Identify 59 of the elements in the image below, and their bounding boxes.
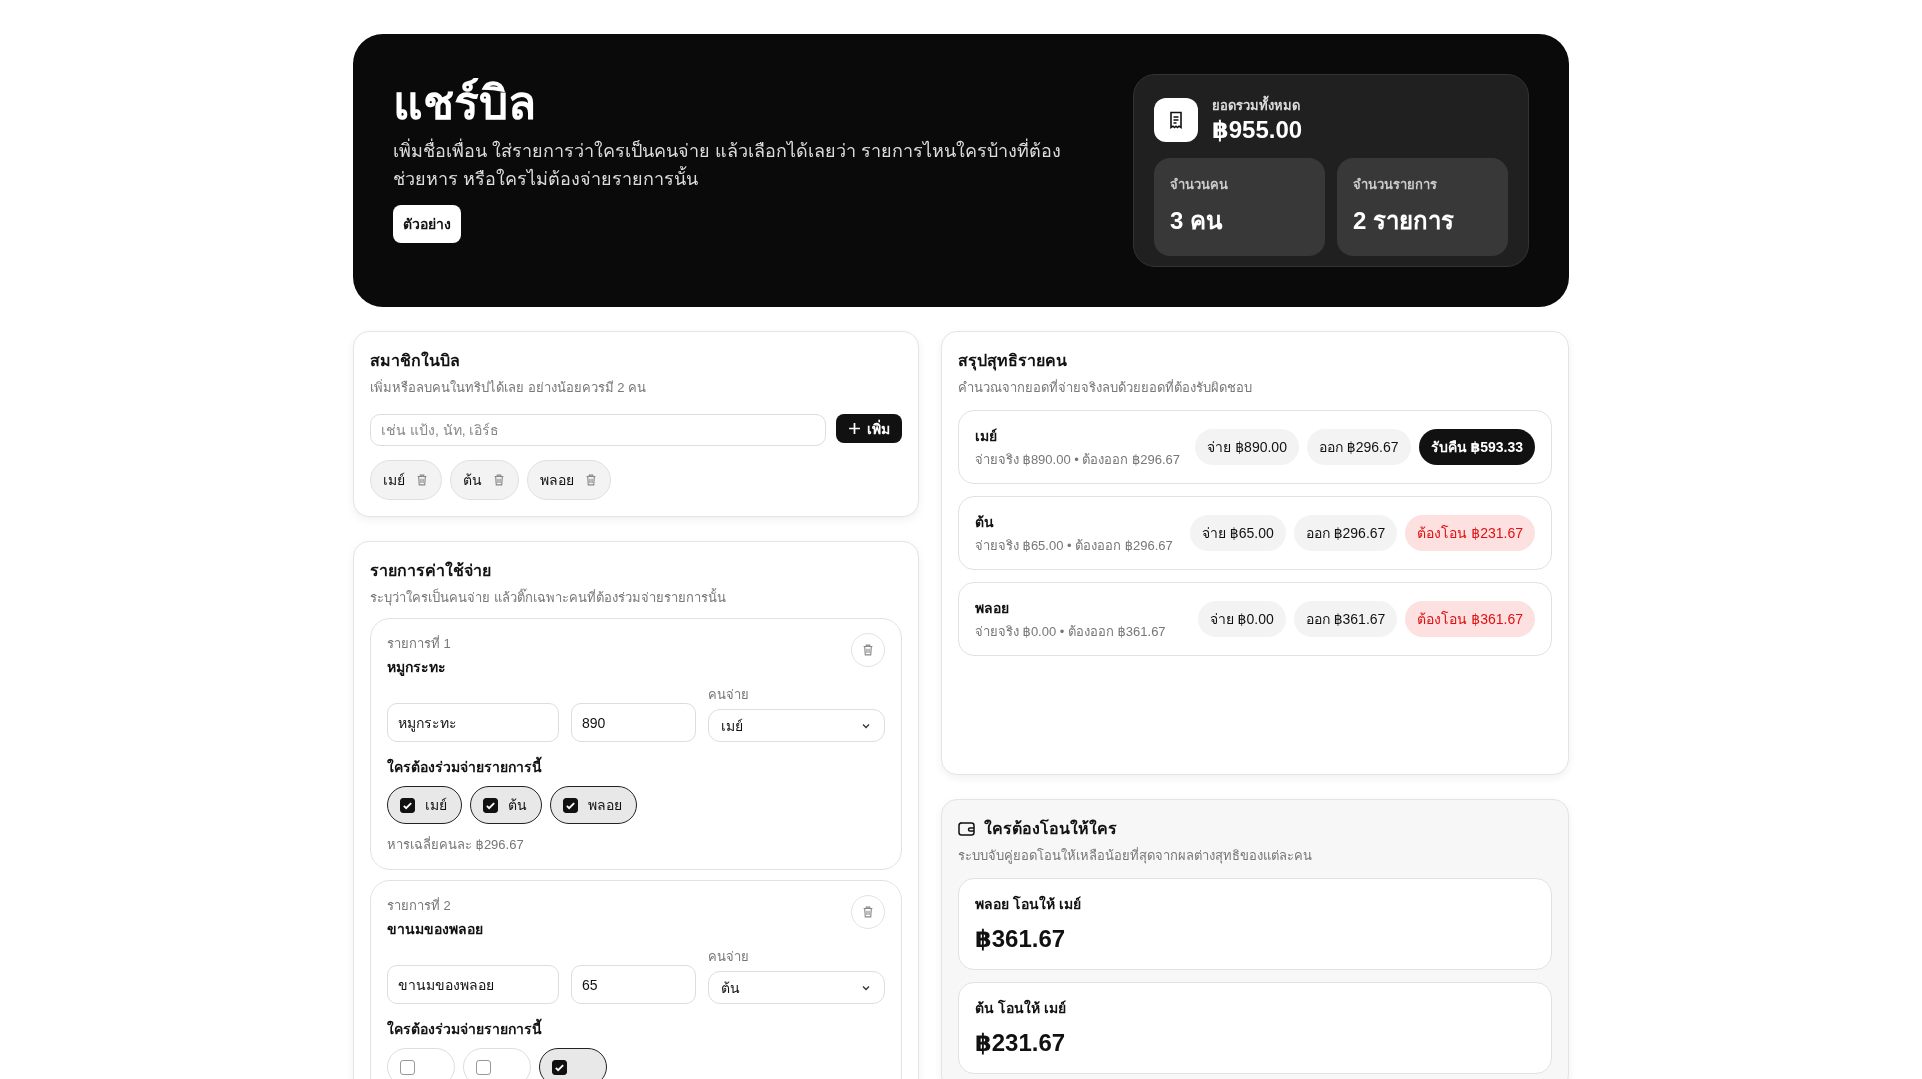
share-chip[interactable]: เมย์ (387, 786, 462, 824)
share-chip[interactable]: พลอย (550, 786, 637, 824)
expense-name: หมูกระทะ (387, 658, 447, 678)
person-name: พลอย (975, 598, 1010, 618)
payer-dropdown[interactable]: ต้น (708, 971, 885, 1004)
paid-pill: จ่าย ฿65.00 (1189, 515, 1286, 551)
paid-pill: จ่าย ฿0.00 (1197, 601, 1286, 637)
expense-number: รายการที่ 2 (387, 896, 452, 915)
amount-field[interactable]: 890 (571, 703, 696, 742)
person-detail: จ่ายจริง ฿890.00 • ต้องออก ฿296.67 (975, 450, 1181, 469)
total-label: ยอดรวมทั้งหมด (1212, 95, 1303, 116)
person-detail: จ่ายจริง ฿65.00 • ต้องออก ฿296.67 (975, 536, 1173, 555)
app-description: เพิ่มชื่อเพื่อน ใส่รายการว่าใครเป็นคนจ่าย แล้วเลือกได้เลยว่า รายการไหนใครบ้างที่ต้องช่วยหาร หรือใครไม่ต้องจ่ายรายการนั้น (393, 137, 1062, 191)
owed-pill: ออก ฿296.67 (1293, 515, 1398, 551)
payer-dropdown[interactable]: เมย์ (708, 709, 885, 742)
item-name-field[interactable]: ขานมของพลอย (387, 965, 559, 1004)
item-name-field[interactable]: หมูกระทะ (387, 703, 559, 742)
owed-pill: ออก ฿361.67 (1293, 601, 1398, 637)
stat-value: 3 คน (1170, 206, 1224, 236)
total-amount: ฿955.00 (1212, 116, 1303, 144)
card-title: สรุปสุทธิรายคน (958, 351, 1068, 373)
card-subtitle: เพิ่มหรือลบคนในทริปได้เลย อย่างน้อยควรมี 2 คน (370, 378, 648, 397)
net-pill: ต้องโอน ฿231.67 (1405, 515, 1535, 551)
app-title: แชร์บิล (393, 78, 536, 129)
expense-number: รายการที่ 1 (387, 634, 451, 653)
net-pill: ต้องโอน ฿361.67 (1405, 601, 1535, 637)
average-note: หารเฉลี่ยคนละ ฿296.67 (387, 835, 525, 854)
expense-name: ขานมของพลอย (387, 920, 483, 939)
transfer-amount: ฿231.67 (975, 1029, 1067, 1057)
owed-pill: ออก ฿296.67 (1306, 429, 1411, 465)
transfer-label: ต้น โอนให้ เมย์ (975, 998, 1067, 1018)
example-button[interactable]: ตัวอย่าง (393, 204, 461, 243)
card-title: รายการค่าใช้จ่าย (370, 560, 492, 581)
paid-pill: จ่าย ฿890.00 (1195, 429, 1299, 465)
person-detail: จ่ายจริง ฿0.00 • ต้องออก ฿361.67 (975, 622, 1166, 641)
share-chip[interactable]: ต้น (470, 786, 542, 824)
member-name: พลอย (540, 471, 574, 490)
card-subtitle: คำนวณจากยอดที่จ่ายจริงลบด้วยยอดที่ต้องรับผิดชอบ (958, 378, 1253, 397)
net-pill: รับคืน ฿593.33 (1418, 429, 1535, 465)
add-button[interactable]: เพิ่ม (836, 414, 902, 443)
card-title: สมาชิกในบิล (370, 350, 461, 371)
member-name: ต้น (463, 471, 482, 490)
transfer-amount: ฿361.67 (975, 925, 1067, 953)
share-label: ใครต้องร่วมจ่ายรายการนี้ (387, 756, 885, 778)
stat-value: 2 รายการ (1353, 206, 1455, 236)
person-name: เมย์ (975, 426, 998, 446)
share-label: ใครต้องร่วมจ่ายรายการนี้ (387, 1018, 885, 1040)
amount-field[interactable]: 65 (571, 965, 696, 1004)
stat-label: จำนวนรายการ (1353, 176, 1438, 194)
person-name: ต้น (975, 512, 995, 532)
payer-label: คนจ่าย (708, 948, 750, 966)
name-input-field[interactable]: เช่น แป้ง, นัท, เอิร์ธ (370, 414, 826, 446)
member-name: เมย์ (383, 471, 405, 490)
card-subtitle: ระบบจับคู่ยอดโอนให้เหลือน้อยที่สุดจากผลต่างสุทธิของแต่ละคน (958, 846, 1313, 866)
card-subtitle: ระบุว่าใครเป็นคนจ่าย แล้วติ๊กเฉพาะคนที่ต้องร่วมจ่ายรายการนั้น (370, 587, 727, 608)
transfer-label: พลอย โอนให้ เมย์ (975, 894, 1082, 914)
payer-label: คนจ่าย (708, 686, 750, 704)
stat-label: จำนวนคน (1170, 176, 1229, 194)
card-title: ใครต้องโอนให้ใคร (984, 818, 1117, 839)
